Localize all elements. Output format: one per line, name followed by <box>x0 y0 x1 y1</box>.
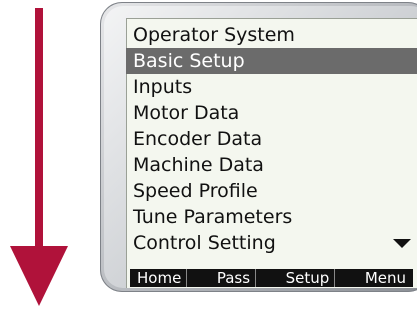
menu-item-machine-data[interactable]: Machine Data <box>126 152 417 178</box>
menu-item-tune-parameters[interactable]: Tune Parameters <box>126 204 417 230</box>
softkey-setup[interactable]: Setup <box>281 269 336 287</box>
menu-item-motor-data[interactable]: Motor Data <box>126 100 417 126</box>
stage: Operator System Basic Setup Inputs Motor… <box>0 0 417 311</box>
menu-item-basic-setup[interactable]: Basic Setup <box>126 48 417 74</box>
softkey-pass[interactable]: Pass <box>212 269 257 287</box>
softkey-menu[interactable]: Menu <box>360 269 411 287</box>
menu-item-operator-system[interactable]: Operator System <box>126 22 417 48</box>
menu-item-encoder-data[interactable]: Encoder Data <box>126 126 417 152</box>
softkey-home[interactable]: Home <box>132 269 188 287</box>
lcd-screen: Operator System Basic Setup Inputs Motor… <box>126 18 417 288</box>
menu-item-inputs[interactable]: Inputs <box>126 74 417 100</box>
menu-item-control-setting[interactable]: Control Setting <box>126 230 417 256</box>
menu-item-speed-profile[interactable]: Speed Profile <box>126 178 417 204</box>
triangle-down-icon[interactable] <box>393 239 411 248</box>
menu-item-label: Control Setting <box>133 232 276 254</box>
softkey-bar: Home Pass Setup Menu <box>130 269 413 287</box>
menu-list: Operator System Basic Setup Inputs Motor… <box>126 22 417 256</box>
arrow-down-icon <box>10 8 68 306</box>
